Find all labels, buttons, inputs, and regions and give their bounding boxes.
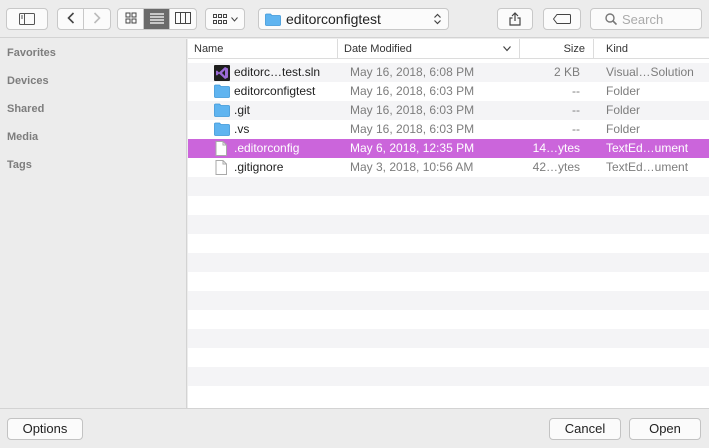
file-size: -- [572,122,580,136]
file-name: .vs [234,122,250,136]
file-date-modified: May 6, 2018, 12:35 PM [350,141,475,155]
empty-row [188,310,709,329]
icon-view-button[interactable] [118,9,144,29]
view-mode-control [117,8,197,30]
file-row[interactable]: editorconfigtest May 16, 2018, 6:03 PM -- F… [188,82,709,101]
empty-row [188,291,709,310]
chevron-right-icon [93,11,101,27]
file-kind: Folder [606,122,641,136]
file-name: .git [234,103,251,117]
file-name: editorc…test.sln [234,65,321,79]
search-icon [605,13,617,25]
chevron-left-icon [66,11,75,27]
share-button[interactable] [497,8,533,30]
path-popup[interactable]: editorconfigtest [258,8,449,30]
file-size: 42…ytes [532,160,580,174]
folder-icon [214,84,230,99]
share-icon [509,12,521,26]
empty-row [188,329,709,348]
open-button[interactable]: Open [629,418,701,440]
sidebar: Favorites Devices Shared Media Tags [0,39,187,408]
empty-row [188,367,709,386]
arrange-grid-icon [212,13,238,25]
sidebar-section-favorites[interactable]: Favorites [7,47,56,59]
search-field[interactable]: Search [590,8,702,30]
sidebar-section-shared[interactable]: Shared [7,103,44,115]
sidebar-section-devices[interactable]: Devices [7,75,49,87]
file-kind: Visual…Solution [606,65,694,79]
column-header-date-label: Date Modified [344,43,412,55]
file-kind: Folder [606,84,641,98]
file-kind: TextEd…ument [606,141,689,155]
file-name: .gitignore [234,160,284,174]
file-size: -- [572,84,580,98]
search-placeholder: Search [622,11,664,27]
sidebar-toggle-button[interactable] [6,8,48,30]
forward-button[interactable] [84,9,110,29]
empty-row [188,253,709,272]
folder-icon [265,13,281,26]
back-button[interactable] [58,9,84,29]
file-row[interactable]: .gitignore May 3, 2018, 10:56 AM 42…ytes Te… [188,158,709,177]
document-icon [214,141,230,156]
updown-chevron-icon [430,13,444,25]
file-row[interactable]: editorc…test.sln May 16, 2018, 6:08 PM 2 K… [188,63,709,82]
sidebar-icon [19,13,35,25]
sidebar-section-tags[interactable]: Tags [7,159,32,171]
document-icon [214,160,230,175]
file-kind: Folder [606,103,641,117]
file-date-modified: May 3, 2018, 10:56 AM [350,160,474,174]
list-view-button[interactable] [144,9,170,29]
toolbar: editorconfigtest Search [0,0,709,38]
empty-row [188,215,709,234]
column-header-size[interactable]: Size [520,39,594,59]
file-row[interactable]: .vs May 16, 2018, 6:03 PM -- Folder [188,120,709,139]
column-header-date[interactable]: Date Modified [338,39,520,59]
file-date-modified: May 16, 2018, 6:08 PM [350,65,475,79]
list-icon [149,12,164,27]
file-size: 14…ytes [532,141,580,155]
file-size: -- [572,103,580,117]
empty-row [188,177,709,196]
file-date-modified: May 16, 2018, 6:03 PM [350,103,475,117]
columns-icon [175,11,191,27]
sort-chevron-icon [503,39,511,59]
empty-row [188,234,709,253]
cancel-button[interactable]: Cancel [549,418,621,440]
path-popup-label: editorconfigtest [286,11,381,27]
column-header-kind[interactable]: Kind [594,39,709,59]
folder-icon [214,122,230,137]
folder-icon [214,103,230,118]
empty-row [188,348,709,367]
tag-icon [553,14,571,24]
file-date-modified: May 16, 2018, 6:03 PM [350,122,475,136]
column-header-row: Name Date Modified Size Kind [188,39,709,59]
empty-row [188,386,709,405]
column-view-button[interactable] [170,9,196,29]
footer: Options Cancel Open [0,408,709,448]
sidebar-section-media[interactable]: Media [7,131,38,143]
tags-button[interactable] [543,8,581,30]
grid-icon [125,12,137,27]
file-date-modified: May 16, 2018, 6:03 PM [350,84,475,98]
file-name: .editorconfig [234,141,300,155]
empty-row [188,196,709,215]
file-name: editorconfigtest [234,84,316,98]
file-row[interactable]: .git May 16, 2018, 6:03 PM -- Folder [188,101,709,120]
empty-row [188,272,709,291]
arrange-button[interactable] [205,8,245,30]
back-forward-control [57,8,111,30]
options-button[interactable]: Options [7,418,83,440]
file-list: Name Date Modified Size Kind editorc…tes… [188,39,709,408]
file-size: 2 KB [553,65,580,79]
file-row[interactable]: .editorconfig May 6, 2018, 12:35 PM 14…yte… [188,139,709,158]
column-header-name[interactable]: Name [188,39,338,59]
vs-solution-icon [214,65,230,81]
file-kind: TextEd…ument [606,160,689,174]
